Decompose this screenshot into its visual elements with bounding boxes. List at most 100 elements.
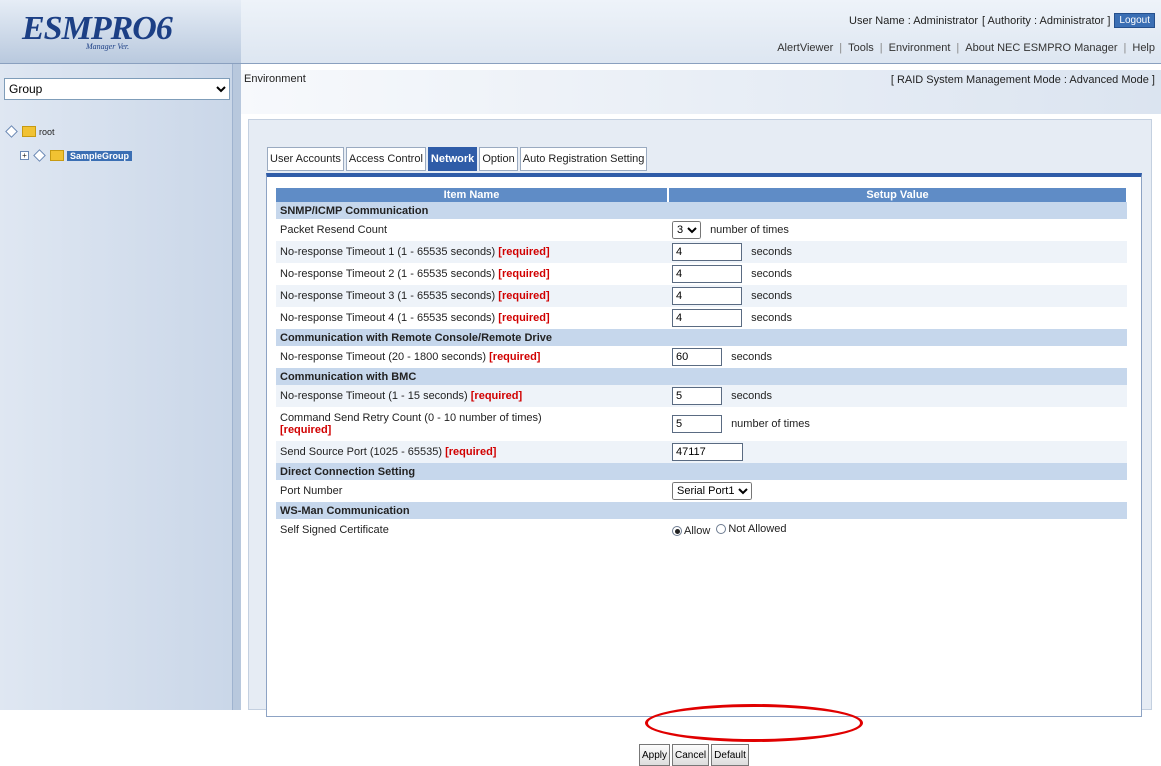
raid-mode-text: [ RAID System Management Mode : Advanced…: [890, 74, 1155, 86]
timeout2-cell: seconds: [668, 263, 1127, 285]
packet-resend-label: Packet Resend Count: [280, 224, 388, 236]
retry-count-input[interactable]: [672, 415, 722, 433]
radio-not-allowed-label: Not Allowed: [728, 522, 787, 535]
timeout2-label-cell: No-response Timeout 2 (1 - 65535 seconds…: [276, 263, 668, 285]
tab-user-accounts[interactable]: User Accounts: [267, 147, 344, 171]
radio-not-allowed[interactable]: Not Allowed: [716, 523, 786, 535]
self-signed-cert-cell: Allow Not Allowed: [668, 519, 1127, 541]
timeout4-label: No-response Timeout 4 (1 - 65535 seconds…: [280, 312, 496, 324]
authority-label: [ Authority : Administrator ]: [982, 14, 1111, 27]
column-header-item: Item Name: [276, 188, 669, 202]
timeout3-label-cell: No-response Timeout 3 (1 - 65535 seconds…: [276, 285, 668, 307]
timeout1-input[interactable]: [672, 243, 742, 261]
unit-label: seconds: [751, 312, 793, 324]
content-panel: User Accounts Access Control Network Opt…: [248, 119, 1152, 766]
tab-auto-registration[interactable]: Auto Registration Setting: [519, 147, 648, 171]
port-number-label: Port Number: [280, 485, 343, 497]
unit-label: seconds: [731, 351, 773, 363]
tab-access-control[interactable]: Access Control: [345, 147, 426, 171]
menu-separator: |: [879, 42, 883, 54]
source-port-input[interactable]: [672, 443, 743, 461]
network-settings-frame: Item Name Setup Value SNMP/ICMP Communic…: [266, 173, 1142, 766]
cancel-button[interactable]: Cancel: [672, 744, 710, 766]
tree-node-samplegroup[interactable]: + SampleGroup: [20, 149, 133, 162]
action-buttons: Apply Cancel Default: [639, 744, 749, 766]
remote-timeout-label-cell: No-response Timeout (20 - 1800 seconds) …: [276, 346, 668, 368]
timeout1-label: No-response Timeout 1 (1 - 65535 seconds…: [280, 246, 496, 258]
menu-help[interactable]: Help: [1132, 42, 1155, 54]
default-button[interactable]: Default: [711, 744, 749, 766]
group-select[interactable]: Group: [4, 78, 230, 100]
menu-separator: |: [839, 42, 843, 54]
folder-icon: [50, 150, 64, 161]
menu-tools[interactable]: Tools: [848, 42, 874, 54]
menu-about[interactable]: About NEC ESMPRO Manager: [965, 42, 1117, 54]
timeout2-label: No-response Timeout 2 (1 - 65535 seconds…: [280, 268, 496, 280]
timeout1-label-cell: No-response Timeout 1 (1 - 65535 seconds…: [276, 241, 668, 263]
top-menu: AlertViewer | Tools | Environment | Abou…: [777, 42, 1155, 54]
radio-allow-label: Allow: [684, 525, 711, 538]
timeout3-input[interactable]: [672, 287, 742, 305]
section-direct-connection: Direct Connection Setting: [276, 463, 1127, 480]
unit-label: seconds: [751, 268, 793, 280]
required-marker: [required]: [498, 312, 550, 324]
tree-node-label[interactable]: SampleGroup: [67, 150, 133, 161]
breadcrumb-bar: Environment [ RAID System Management Mod…: [241, 70, 1161, 114]
port-number-cell: Serial Port1: [668, 480, 1127, 502]
source-port-cell: [668, 441, 1127, 463]
unit-label: number of times: [731, 418, 810, 430]
tab-network[interactable]: Network: [427, 147, 478, 171]
column-header-value: Setup Value: [668, 188, 1128, 202]
required-marker: [required]: [489, 351, 541, 363]
unit-label: seconds: [751, 246, 793, 258]
breadcrumb: Environment: [244, 73, 306, 85]
required-marker: [required]: [498, 268, 550, 280]
menu-environment[interactable]: Environment: [889, 42, 951, 54]
radio-selected-icon[interactable]: [672, 526, 682, 537]
timeout3-label: No-response Timeout 3 (1 - 65535 seconds…: [280, 290, 496, 302]
packet-resend-select[interactable]: 3: [672, 221, 701, 239]
unit-label: seconds: [751, 290, 793, 302]
bmc-timeout-cell: seconds: [668, 385, 1127, 407]
required-marker: [required]: [280, 424, 332, 436]
remote-timeout-cell: seconds: [668, 346, 1127, 368]
source-port-label-cell: Send Source Port (1025 - 65535) [require…: [276, 441, 668, 463]
menu-alertviewer[interactable]: AlertViewer: [777, 42, 833, 54]
section-ws-man: WS-Man Communication: [276, 502, 1127, 519]
port-number-select[interactable]: Serial Port1: [672, 482, 752, 500]
logo-area: ESMPRO6 Manager Ver.: [0, 0, 241, 64]
pane-splitter[interactable]: [232, 64, 241, 710]
tab-option[interactable]: Option: [479, 147, 518, 171]
remote-timeout-input[interactable]: [672, 348, 722, 366]
bmc-timeout-input[interactable]: [672, 387, 722, 405]
expand-icon[interactable]: +: [20, 151, 29, 160]
timeout3-cell: seconds: [668, 285, 1127, 307]
section-remote-console: Communication with Remote Console/Remote…: [276, 329, 1127, 346]
tree-node-root[interactable]: root: [4, 125, 55, 138]
timeout4-cell: seconds: [668, 307, 1127, 329]
network-settings-table: Item Name Setup Value SNMP/ICMP Communic…: [276, 188, 1128, 541]
bmc-timeout-label-cell: No-response Timeout (1 - 15 seconds) [re…: [276, 385, 668, 407]
apply-button[interactable]: Apply: [639, 744, 671, 766]
retry-cell: number of times: [668, 407, 1127, 441]
menu-separator: |: [1123, 42, 1127, 54]
tab-bar: User Accounts Access Control Network Opt…: [267, 147, 648, 171]
timeout4-label-cell: No-response Timeout 4 (1 - 65535 seconds…: [276, 307, 668, 329]
radio-unselected-icon[interactable]: [716, 523, 727, 534]
logout-button[interactable]: Logout: [1114, 13, 1155, 28]
source-port-label: Send Source Port (1025 - 65535): [280, 446, 443, 458]
timeout1-cell: seconds: [668, 241, 1127, 263]
remote-timeout-label: No-response Timeout (20 - 1800 seconds): [280, 351, 487, 363]
main-area: Environment [ RAID System Management Mod…: [241, 64, 1161, 766]
timeout2-input[interactable]: [672, 265, 742, 283]
bmc-timeout-label: No-response Timeout (1 - 15 seconds): [280, 390, 468, 402]
user-name-label: User Name : Administrator: [849, 14, 979, 27]
left-pane: Group root + SampleGroup: [0, 64, 241, 710]
timeout4-input[interactable]: [672, 309, 742, 327]
radio-allow[interactable]: Allow: [672, 525, 710, 537]
node-status-icon: [5, 125, 18, 138]
tree-node-label[interactable]: root: [39, 127, 55, 137]
folder-icon: [22, 126, 36, 137]
menu-separator: |: [956, 42, 960, 54]
required-marker: [required]: [498, 290, 550, 302]
